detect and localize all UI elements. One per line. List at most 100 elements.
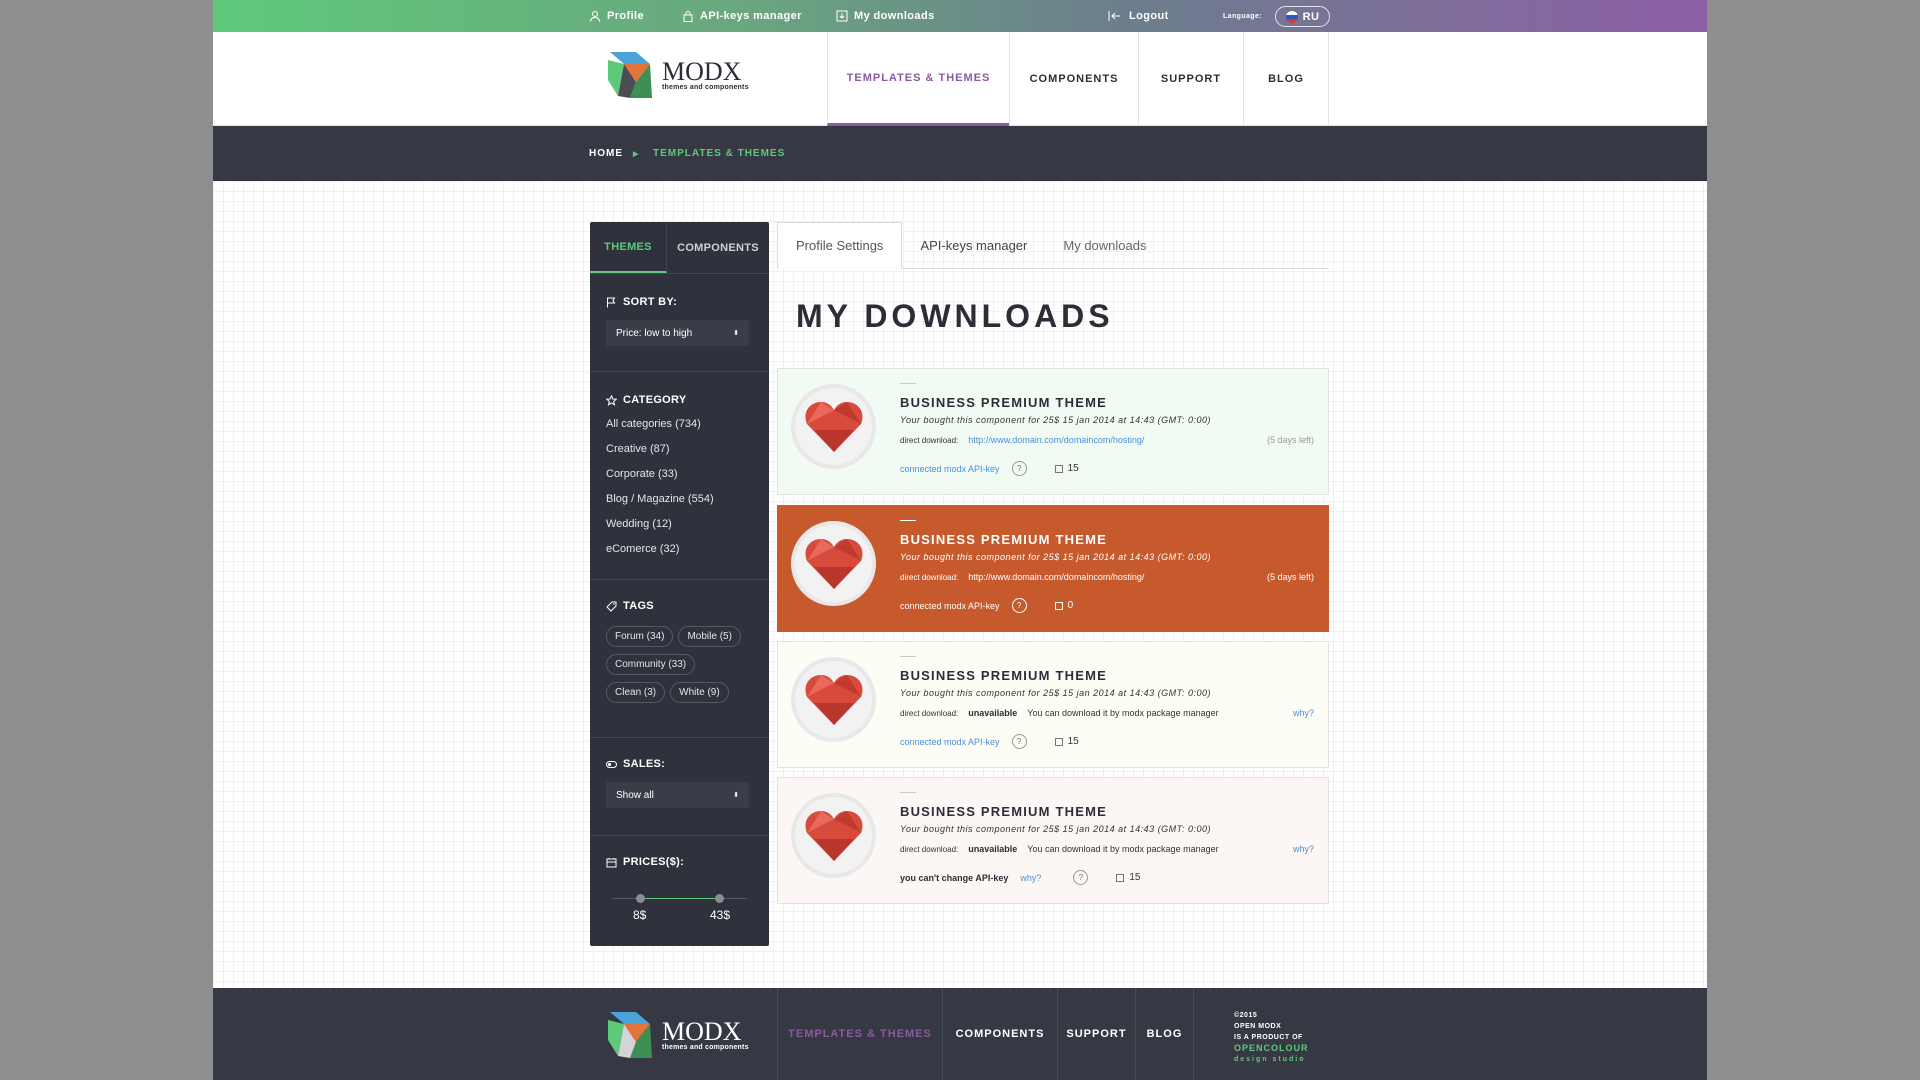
sort-select[interactable]: Price: low to high ⬍ [606,320,749,346]
download-count-value: 0 [1067,600,1074,611]
nav-blog[interactable]: BLOG [1243,32,1329,126]
price-max-handle[interactable] [715,894,724,903]
sort-section: SORT BY: Price: low to high ⬍ [590,274,769,372]
tab-my-downloads[interactable]: My downloads [1045,222,1164,269]
unavailable-label: unavailable [968,844,1018,854]
sidebar-tab-themes[interactable]: THEMES [590,222,667,273]
tab-api-keys-manager[interactable]: API-keys manager [902,222,1045,269]
footer-nav-templates-themes[interactable]: TEMPLATES & THEMES [777,988,942,1080]
package-manager-note: You can download it by modx package mana… [1027,708,1219,718]
download-card: BUSINESS PREMIUM THEME Your bought this … [777,368,1329,495]
unavailable-label: unavailable [968,708,1018,718]
footer-logo[interactable]: MODX themes and components [606,1010,749,1060]
footer-nav-blog[interactable]: BLOG [1135,988,1194,1080]
logo-tagline: themes and components [662,83,749,91]
sidebar-tabs: THEMES COMPONENTS [590,222,769,274]
breadcrumb: HOME ▶ TEMPLATES & THEMES [213,126,1707,181]
tag-chip[interactable]: White (9) [670,682,729,703]
theme-title: BUSINESS PREMIUM THEME [900,395,1107,410]
sales-select[interactable]: Show all ⬍ [606,782,749,808]
header: MODX themes and components TEMPLATES & T… [213,32,1707,126]
theme-title: BUSINESS PREMIUM THEME [900,532,1107,547]
purchase-info: Your bought this component for 25$ 15 ja… [900,552,1212,562]
why-link[interactable]: why? [1020,873,1041,883]
category-item[interactable]: Wedding (12) [606,512,753,537]
help-icon[interactable]: ? [1011,734,1027,749]
category-section: CATEGORY All categories (734) Creative (… [590,372,769,580]
why-link[interactable]: why? [1293,708,1314,718]
downloads-label: My downloads [854,10,935,22]
nav-templates-themes[interactable]: TEMPLATES & THEMES [827,32,1009,126]
copyright-text: IS A PRODUCT OF [1234,1034,1303,1041]
sort-label: SORT BY: [623,296,678,308]
api-keys-link[interactable]: API-keys manager [682,0,802,32]
prices-section: PRICES($): 8$ 43$ [590,836,769,922]
select-arrows-icon: ⬍ [733,792,739,799]
category-item[interactable]: eComerce (32) [606,537,753,562]
language-switcher[interactable]: RU [1275,6,1330,27]
category-item[interactable]: All categories (734) [606,412,753,437]
package-manager-note: You can download it by modx package mana… [1027,844,1219,854]
category-item[interactable]: Blog / Magazine (554) [606,487,753,512]
russia-flag-icon [1285,10,1298,23]
price-slider[interactable]: 8$ 43$ [606,894,753,922]
api-key-link[interactable]: connected modx API-key [900,464,1000,474]
theme-title: BUSINESS PREMIUM THEME [900,668,1107,683]
profile-label: Profile [607,10,645,22]
price-tag-icon [606,857,617,867]
download-count-value: 15 [1067,463,1079,474]
copyright-year: ©2015 [1234,1012,1258,1019]
profile-link[interactable]: Profile [589,0,644,32]
download-count-icon [1054,601,1063,610]
api-key-link[interactable]: connected modx API-key [900,737,1000,747]
download-card: BUSINESS PREMIUM THEME Your bought this … [777,777,1329,904]
tag-chip[interactable]: Clean (3) [606,682,666,703]
footer-nav-components[interactable]: COMPONENTS [942,988,1057,1080]
tag-chip[interactable]: Forum (34) [606,626,674,647]
logo[interactable]: MODX themes and components [606,50,749,100]
main-nav: TEMPLATES & THEMES COMPONENTS SUPPORT BL… [827,32,1329,126]
logout-label: Logout [1129,10,1169,22]
purchase-info: Your bought this component for 25$ 15 ja… [900,688,1212,698]
downloads-link[interactable]: My downloads [836,0,935,32]
nav-components[interactable]: COMPONENTS [1009,32,1138,126]
category-item[interactable]: Creative (87) [606,437,753,462]
category-item[interactable]: Corporate (33) [606,462,753,487]
top-bar: Profile API-keys manager My downloads Lo… [213,0,1707,32]
price-min-handle[interactable] [636,894,645,903]
help-icon[interactable]: ? [1011,461,1027,476]
api-key-link[interactable]: connected modx API-key [900,601,1000,611]
logout-link[interactable]: Logout [1107,0,1169,32]
language-label: Language: [1223,12,1262,20]
tab-profile-settings[interactable]: Profile Settings [777,222,903,269]
footer-nav-support[interactable]: SUPPORT [1057,988,1135,1080]
site: Profile API-keys manager My downloads Lo… [213,0,1707,1080]
download-link[interactable]: http://www.domain.com/domaincom/hosting/ [968,435,1144,445]
opencolour-link[interactable]: OPENCOLOUR [1234,1043,1309,1054]
heart-icon [804,674,863,725]
tag-chip[interactable]: Mobile (5) [678,626,741,647]
theme-thumbnail [791,793,876,878]
download-count-icon [1054,464,1063,473]
sidebar-tab-components[interactable]: COMPONENTS [667,222,769,273]
main-content: THEMES COMPONENTS SORT BY: Price: low to… [213,181,1707,988]
breadcrumb-home[interactable]: HOME [589,148,623,159]
copyright: ©2015 OPEN MODX IS A PRODUCT OF OPENCOLO… [1234,1010,1309,1065]
help-icon[interactable]: ? [1073,870,1089,885]
design-studio-label: design studio [1234,1056,1306,1063]
download-count-value: 15 [1129,872,1141,883]
nav-support[interactable]: SUPPORT [1138,32,1243,126]
breadcrumb-current[interactable]: TEMPLATES & THEMES [653,148,785,159]
theme-thumbnail [791,521,876,606]
footer: MODX themes and components TEMPLATES & T… [213,988,1707,1080]
download-link[interactable]: http://www.domain.com/domaincom/hosting/ [968,572,1144,582]
breadcrumb-separator-icon: ▶ [633,150,640,158]
profile-tabs: Profile Settings API-keys manager My dow… [777,222,1329,269]
why-link[interactable]: why? [1293,844,1314,854]
tag-chip[interactable]: Community (33) [606,654,696,675]
select-arrows-icon: ⬍ [733,330,739,337]
price-max-value: 43$ [710,908,731,922]
help-icon[interactable]: ? [1011,598,1027,613]
logo-name: MODX [662,56,742,86]
lock-icon [683,11,693,22]
